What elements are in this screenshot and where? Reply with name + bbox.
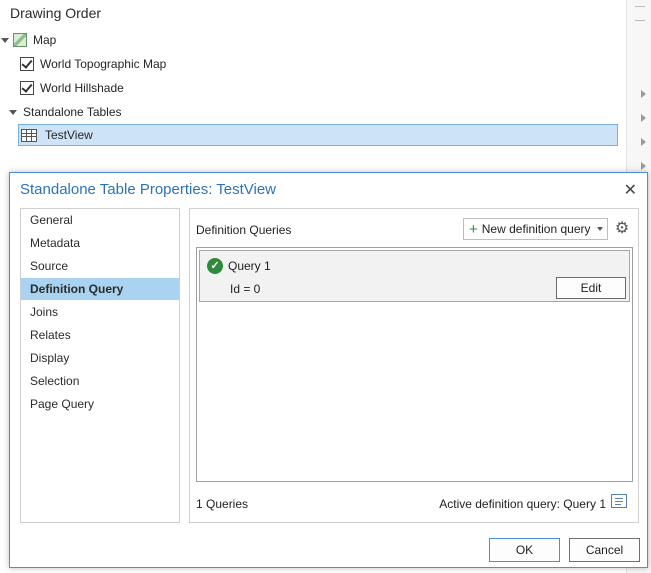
- nav-item-metadata[interactable]: Metadata: [21, 232, 179, 254]
- nav-item-relates[interactable]: Relates: [21, 324, 179, 346]
- gear-icon[interactable]: ⚙: [613, 220, 631, 238]
- query-count: 1 Queries: [196, 497, 249, 511]
- layer-visibility-checkbox[interactable]: [20, 81, 34, 95]
- properties-nav: General Metadata Source Definition Query…: [20, 208, 180, 523]
- edit-query-button[interactable]: Edit: [556, 277, 626, 299]
- nav-item-selection[interactable]: Selection: [21, 370, 179, 392]
- query-list: ✓ Query 1 Id = 0 Edit: [196, 247, 633, 482]
- map-label: Map: [33, 33, 57, 47]
- standalone-tables-label: Standalone Tables: [23, 105, 122, 119]
- plus-icon: +: [469, 220, 478, 238]
- ok-button[interactable]: OK: [489, 538, 560, 562]
- tree-item-standalone-tables[interactable]: Standalone Tables: [0, 101, 122, 123]
- chevron-right-icon[interactable]: [641, 138, 646, 146]
- chevron-right-icon[interactable]: [641, 162, 646, 170]
- grip-line: [635, 20, 645, 21]
- table-properties-dialog: Standalone Table Properties: TestView ✕ …: [9, 172, 648, 568]
- layer-visibility-checkbox[interactable]: [20, 57, 34, 71]
- expand-triangle-icon[interactable]: [1, 37, 9, 43]
- dialog-title: Standalone Table Properties: TestView: [20, 181, 277, 198]
- layer-label: World Topographic Map: [40, 57, 167, 71]
- cancel-button[interactable]: Cancel: [569, 538, 640, 562]
- chevron-down-icon[interactable]: [596, 227, 603, 231]
- nav-item-definition-query[interactable]: Definition Query: [21, 278, 179, 300]
- section-label: Definition Queries: [196, 223, 292, 237]
- chevron-right-icon[interactable]: [641, 90, 646, 98]
- new-definition-query-button[interactable]: + New definition query: [463, 218, 608, 240]
- nav-item-display[interactable]: Display: [21, 347, 179, 369]
- new-query-label: New definition query: [481, 222, 591, 236]
- table-label: TestView: [45, 128, 93, 142]
- tree-item-layer[interactable]: World Topographic Map: [20, 53, 166, 75]
- definition-query-panel: Definition Queries + New definition quer…: [189, 208, 639, 523]
- table-icon: [21, 128, 37, 142]
- tree-item-table[interactable]: TestView: [21, 124, 93, 146]
- nav-item-page-query[interactable]: Page Query: [21, 393, 179, 415]
- nav-item-joins[interactable]: Joins: [21, 301, 179, 323]
- active-query-text: Active definition query: Query 1: [439, 497, 606, 511]
- valid-check-icon: ✓: [207, 258, 223, 274]
- nav-item-source[interactable]: Source: [21, 255, 179, 277]
- query-name: Query 1: [228, 259, 271, 273]
- map-icon: [13, 33, 27, 47]
- nav-item-general[interactable]: General: [21, 209, 179, 231]
- tree-item-map[interactable]: Map: [0, 29, 56, 51]
- query-expression: Id = 0: [230, 282, 261, 296]
- contents-pane: Drawing Order Map World Topographic Map …: [0, 0, 620, 172]
- close-icon[interactable]: ✕: [624, 180, 637, 200]
- sql-view-icon[interactable]: [611, 494, 627, 508]
- tree-item-layer[interactable]: World Hillshade: [20, 77, 124, 99]
- pane-title: Drawing Order: [10, 5, 102, 21]
- chevron-right-icon[interactable]: [641, 114, 646, 122]
- query-card[interactable]: ✓ Query 1 Id = 0 Edit: [199, 250, 630, 302]
- grip-line: [635, 6, 645, 7]
- tree-item-table-selected[interactable]: [18, 124, 618, 146]
- layer-label: World Hillshade: [40, 81, 124, 95]
- expand-triangle-icon[interactable]: [9, 109, 17, 115]
